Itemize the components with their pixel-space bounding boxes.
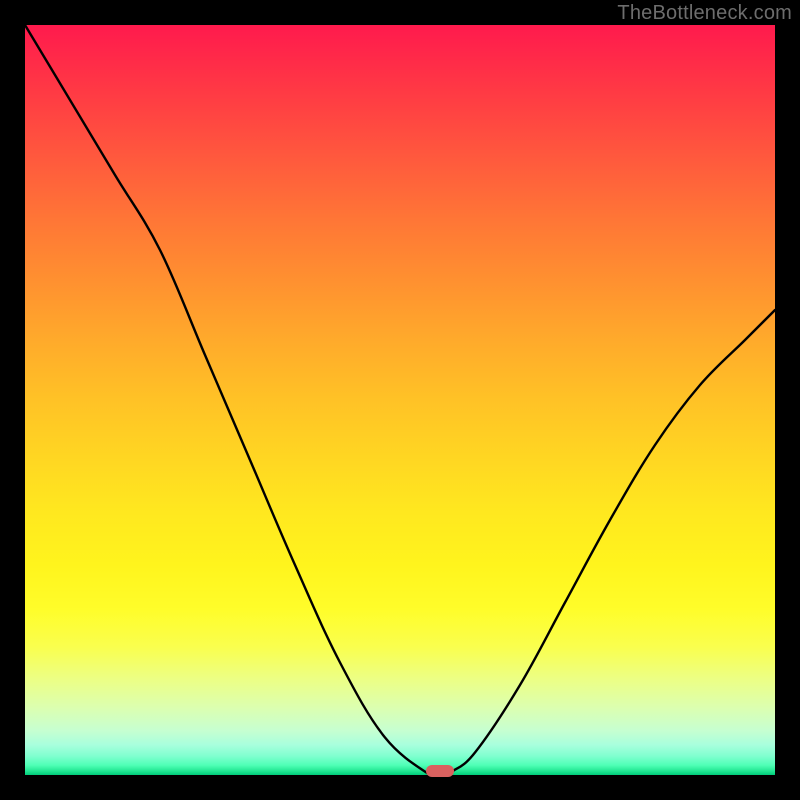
bottleneck-curve (25, 25, 775, 775)
chart-frame: TheBottleneck.com (0, 0, 800, 800)
watermark-text: TheBottleneck.com (617, 2, 792, 25)
optimal-marker (426, 765, 454, 777)
plot-area (25, 25, 775, 775)
